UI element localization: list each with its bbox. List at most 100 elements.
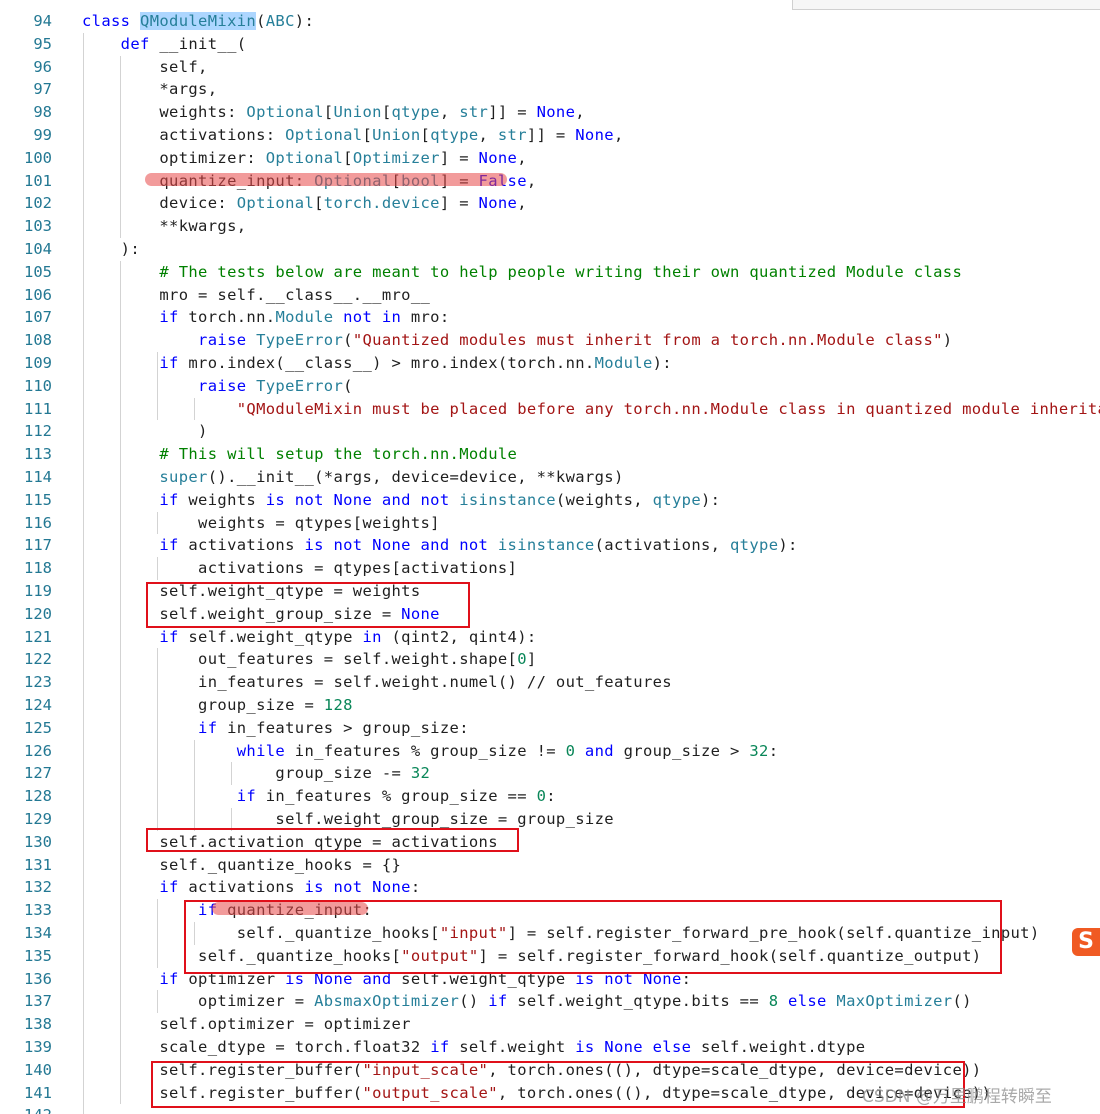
code-token: None xyxy=(478,194,518,213)
code-token: if xyxy=(488,992,518,1011)
code-line[interactable]: 112 ) xyxy=(0,420,1100,443)
sogou-ime-icon[interactable]: S xyxy=(1072,928,1100,956)
code-token: ]] = xyxy=(526,126,576,144)
indent-guide xyxy=(194,739,195,831)
code-token: ( xyxy=(343,376,353,395)
code-line[interactable]: 99 activations: Optional[Union[qtype, st… xyxy=(0,124,1100,147)
code-token: QModuleMixin xyxy=(140,12,257,30)
indent-guide xyxy=(157,899,158,968)
code-line[interactable]: 115 if weights is not None and not isins… xyxy=(0,489,1100,512)
code-text: ): xyxy=(82,238,140,261)
code-text: self._quantize_hooks = {} xyxy=(82,854,401,877)
code-text: activations = qtypes[activations] xyxy=(82,557,517,580)
code-token: (weights, xyxy=(555,490,653,509)
code-line[interactable]: 106 mro = self.__class__.__mro__ xyxy=(0,284,1100,307)
code-line[interactable]: 97 *args, xyxy=(0,78,1100,101)
code-token: is not None xyxy=(304,878,411,897)
code-line[interactable]: 137 optimizer = AbsmaxOptimizer() if sel… xyxy=(0,990,1100,1013)
code-line[interactable]: 132 if activations is not None: xyxy=(0,876,1100,899)
code-line[interactable]: 109 if mro.index(__class__) > mro.index(… xyxy=(0,352,1100,375)
code-token: 128 xyxy=(323,696,353,714)
code-line[interactable]: 124 group_size = 128 xyxy=(0,694,1100,717)
code-line[interactable]: 128 if in_features % group_size == 0: xyxy=(0,785,1100,808)
code-line[interactable]: 98 weights: Optional[Union[qtype, str]] … xyxy=(0,101,1100,124)
code-text: if torch.nn.Module not in mro: xyxy=(82,306,450,329)
indent-guide xyxy=(83,32,84,1114)
indent-guide xyxy=(120,260,121,1105)
code-text: if in_features % group_size == 0: xyxy=(82,785,556,808)
code-token: in_features % group_size != xyxy=(294,741,566,760)
code-token: Optional xyxy=(236,194,315,213)
code-line[interactable]: 113 # This will setup the torch.nn.Modul… xyxy=(0,443,1100,466)
code-text: ) xyxy=(82,420,208,443)
code-line[interactable]: 108 raise TypeError("Quantized modules m… xyxy=(0,329,1100,352)
code-token: AbsmaxOptimizer xyxy=(314,992,460,1011)
line-number: 102 xyxy=(24,194,52,213)
code-token: ] = xyxy=(439,148,479,167)
line-number: 118 xyxy=(24,559,52,578)
code-token: ): xyxy=(778,536,798,555)
code-line[interactable]: 104 ): xyxy=(0,238,1100,261)
code-token: MaxOptimizer xyxy=(836,992,953,1011)
code-line[interactable]: 125 if in_features > group_size: xyxy=(0,717,1100,740)
code-token: if xyxy=(82,308,189,327)
code-text: # The tests below are meant to help peop… xyxy=(82,261,962,284)
code-token: [ xyxy=(343,148,353,167)
code-line[interactable]: 111 "QModuleMixin must be placed before … xyxy=(0,398,1100,421)
line-number: 124 xyxy=(24,696,52,714)
code-token: ( xyxy=(236,34,247,53)
code-token: self._quantize_hooks = {} xyxy=(82,855,402,874)
code-token: group_size = xyxy=(82,696,324,714)
code-line[interactable]: 110 raise TypeError( xyxy=(0,375,1100,398)
code-token: in_features > group_size: xyxy=(227,718,469,737)
line-number: 136 xyxy=(24,969,52,988)
code-token: Optional xyxy=(265,148,344,167)
code-line[interactable]: 95 def __init__( xyxy=(0,33,1100,56)
code-line[interactable]: 139 scale_dtype = torch.float32 if self.… xyxy=(0,1036,1100,1059)
code-line[interactable]: 103 **kwargs, xyxy=(0,215,1100,238)
code-token: [ xyxy=(420,126,431,144)
code-editor[interactable]: 94 class QModuleMixin(ABC): 95 def __init_… xyxy=(0,0,1100,1114)
code-line[interactable]: 127 group_size -= 32 xyxy=(0,762,1100,785)
line-number: 101 xyxy=(24,171,52,190)
code-token: ): xyxy=(82,240,141,258)
code-line[interactable]: 121 if self.weight_qtype in (qint2, qint… xyxy=(0,626,1100,649)
code-token: ] xyxy=(526,650,537,669)
line-number: 115 xyxy=(24,490,52,509)
annotation-box xyxy=(146,582,470,628)
code-line[interactable]: 126 while in_features % group_size != 0 … xyxy=(0,740,1100,763)
code-token: ] = xyxy=(439,194,479,213)
indent-guide xyxy=(194,397,195,421)
code-token: *args, xyxy=(82,80,218,99)
code-line[interactable]: 131 self._quantize_hooks = {} xyxy=(0,854,1100,877)
code-line[interactable]: 116 weights = qtypes[weights] xyxy=(0,512,1100,535)
annotation-box xyxy=(151,1061,965,1108)
code-token: not in xyxy=(333,308,411,327)
code-token: qtype xyxy=(391,103,440,122)
code-line[interactable]: 114 super().__init__(*args, device=devic… xyxy=(0,466,1100,489)
code-token: if xyxy=(82,787,266,806)
code-token: torch.nn. xyxy=(188,308,276,327)
code-token: if xyxy=(82,718,228,737)
indent-guide xyxy=(157,352,158,421)
code-line[interactable]: 122 out_features = self.weight.shape[0] xyxy=(0,648,1100,671)
annotation-box xyxy=(146,828,519,852)
code-line[interactable]: 102 device: Optional[torch.device] = Non… xyxy=(0,192,1100,215)
code-token: qtype xyxy=(652,490,701,509)
code-line[interactable]: 123 in_features = self.weight.numel() //… xyxy=(0,671,1100,694)
code-token: isinstance xyxy=(459,490,556,509)
code-line[interactable]: 100 optimizer: Optional[Optimizer] = Non… xyxy=(0,147,1100,170)
code-token: self.optimizer = optimizer xyxy=(82,1015,411,1034)
line-number: 98 xyxy=(33,103,52,122)
code-line[interactable]: 105 # The tests below are meant to help … xyxy=(0,261,1100,284)
code-token: 32 xyxy=(749,741,769,760)
code-line[interactable]: 107 if torch.nn.Module not in mro: xyxy=(0,306,1100,329)
code-token: "Quantized modules must inherit from a t… xyxy=(352,331,943,350)
code-line[interactable]: 118 activations = qtypes[activations] xyxy=(0,557,1100,580)
code-line[interactable]: 96 self, xyxy=(0,56,1100,79)
code-token: in_features = self.weight.numel() // out… xyxy=(82,673,672,692)
code-line[interactable]: 138 self.optimizer = optimizer xyxy=(0,1013,1100,1036)
code-line[interactable]: 117 if activations is not None and not i… xyxy=(0,534,1100,557)
code-line[interactable]: 94 class QModuleMixin(ABC): xyxy=(0,10,1100,33)
code-token: # The tests below are meant to help peop… xyxy=(82,262,963,281)
